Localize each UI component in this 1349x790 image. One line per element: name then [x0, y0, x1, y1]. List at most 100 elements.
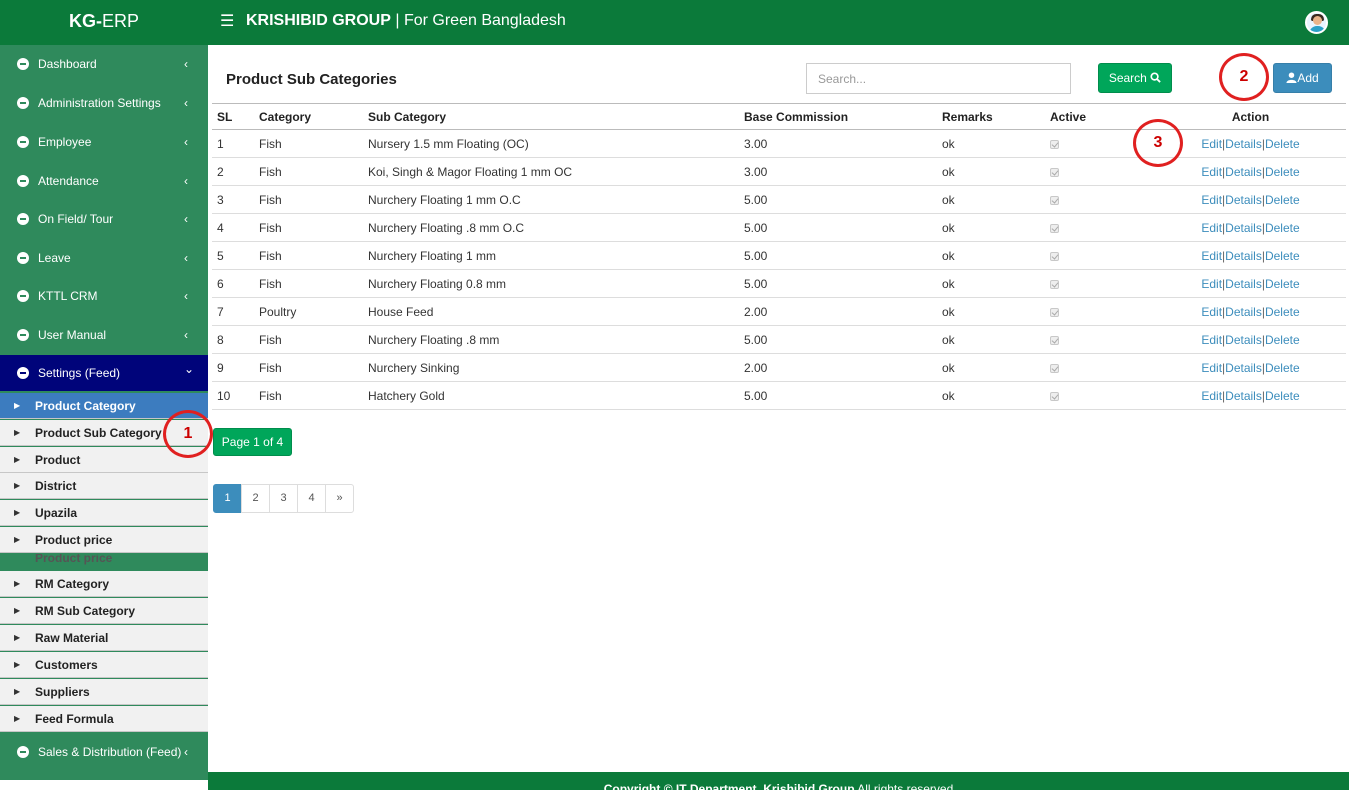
- search-button[interactable]: Search: [1098, 63, 1172, 93]
- submenu-item-district[interactable]: ▶ District: [0, 473, 208, 499]
- sidebar-item-on-field-tour[interactable]: On Field/ Tour ‹: [0, 201, 208, 237]
- sidebar-item-label: Attendance: [38, 174, 99, 188]
- cell-action: Edit|Details|Delete: [1155, 381, 1346, 410]
- pagination-page[interactable]: 4: [297, 484, 326, 513]
- sidebar-item-employee[interactable]: Employee ‹: [0, 124, 208, 160]
- header-active[interactable]: Active: [1045, 103, 1155, 130]
- table-row: 10 Fish Hatchery Gold 5.00 ok Edit|Details|De…: [212, 381, 1346, 410]
- submenu-item-rm-sub-category[interactable]: ▶ RM Sub Category: [0, 598, 208, 624]
- sidebar-item-label: KTTL CRM: [38, 289, 98, 303]
- header-sl[interactable]: SL: [212, 103, 254, 130]
- edit-link[interactable]: Edit: [1201, 193, 1222, 207]
- cell-active: [1045, 269, 1155, 298]
- cell-remarks: ok: [937, 353, 1045, 382]
- submenu-item-customers[interactable]: ▶ Customers: [0, 652, 208, 678]
- delete-link[interactable]: Delete: [1265, 193, 1300, 207]
- active-checkbox: [1050, 279, 1059, 289]
- details-link[interactable]: Details: [1225, 193, 1262, 207]
- sidebar-item-attendance[interactable]: Attendance ‹: [0, 163, 208, 199]
- edit-link[interactable]: Edit: [1201, 361, 1222, 375]
- sidebar-item-label: User Manual: [38, 328, 107, 342]
- cell-active: [1045, 353, 1155, 382]
- delete-link[interactable]: Delete: [1265, 361, 1300, 375]
- header-category[interactable]: Category: [254, 103, 363, 130]
- sidebar-item-settings-feed[interactable]: Settings (Feed) ⌄: [0, 355, 208, 391]
- submenu-item-suppliers[interactable]: ▶ Suppliers: [0, 679, 208, 705]
- brand-logo[interactable]: KG-ERP: [0, 0, 208, 45]
- details-link[interactable]: Details: [1225, 305, 1262, 319]
- cell-sl: 1: [212, 129, 254, 158]
- delete-link[interactable]: Delete: [1265, 137, 1300, 151]
- edit-link[interactable]: Edit: [1201, 137, 1222, 151]
- header-action: Action: [1155, 103, 1346, 130]
- details-link[interactable]: Details: [1225, 165, 1262, 179]
- user-avatar[interactable]: [1305, 11, 1328, 34]
- delete-link[interactable]: Delete: [1265, 221, 1300, 235]
- pagination-page[interactable]: 1: [213, 484, 242, 513]
- cell-sub-category: Nurchery Floating 1 mm: [363, 241, 739, 270]
- cell-sl: 9: [212, 353, 254, 382]
- header-remarks[interactable]: Remarks: [937, 103, 1045, 130]
- header-base-commission[interactable]: Base Commission: [739, 103, 937, 130]
- callout-2: 2: [1219, 53, 1269, 101]
- sidebar-item-user-manual[interactable]: User Manual ‹: [0, 317, 208, 353]
- edit-link[interactable]: Edit: [1201, 305, 1222, 319]
- minus-circle-icon: [17, 746, 29, 758]
- details-link[interactable]: Details: [1225, 277, 1262, 291]
- cell-sl: 5: [212, 241, 254, 270]
- submenu-item-product-price[interactable]: ▶ Product price: [0, 527, 208, 553]
- edit-link[interactable]: Edit: [1201, 389, 1222, 403]
- submenu-item-raw-material[interactable]: ▶ Raw Material: [0, 625, 208, 651]
- delete-link[interactable]: Delete: [1265, 165, 1300, 179]
- edit-link[interactable]: Edit: [1201, 165, 1222, 179]
- pagination-page[interactable]: 2: [241, 484, 270, 513]
- edit-link[interactable]: Edit: [1201, 333, 1222, 347]
- delete-link[interactable]: Delete: [1265, 333, 1300, 347]
- page-indicator-button[interactable]: Page 1 of 4: [213, 428, 292, 456]
- edit-link[interactable]: Edit: [1201, 277, 1222, 291]
- pagination-next[interactable]: »: [325, 484, 354, 513]
- submenu-item-label: RM Category: [35, 577, 110, 591]
- submenu-item-upazila[interactable]: ▶ Upazila: [0, 500, 208, 526]
- cell-active: [1045, 297, 1155, 326]
- details-link[interactable]: Details: [1225, 333, 1262, 347]
- cell-active: [1045, 325, 1155, 354]
- sidebar-item-kttl-crm[interactable]: KTTL CRM ‹: [0, 278, 208, 314]
- search-input[interactable]: [806, 63, 1071, 94]
- pagination-page[interactable]: 3: [269, 484, 298, 513]
- details-link[interactable]: Details: [1225, 249, 1262, 263]
- submenu-item-label: Product: [35, 453, 81, 467]
- header-sub-category[interactable]: Sub Category: [363, 103, 739, 130]
- cell-base-commission: 5.00: [739, 381, 937, 410]
- minus-circle-icon: [17, 136, 29, 148]
- chevron-left-icon: ‹: [184, 96, 188, 110]
- details-link[interactable]: Details: [1225, 137, 1262, 151]
- delete-link[interactable]: Delete: [1265, 249, 1300, 263]
- chevron-left-icon: ‹: [184, 745, 188, 759]
- delete-link[interactable]: Delete: [1265, 305, 1300, 319]
- edit-link[interactable]: Edit: [1201, 221, 1222, 235]
- active-checkbox: [1050, 139, 1059, 149]
- submenu-item-rm-category[interactable]: ▶ RM Category: [0, 571, 208, 597]
- details-link[interactable]: Details: [1225, 361, 1262, 375]
- edit-link[interactable]: Edit: [1201, 249, 1222, 263]
- sidebar-item-dashboard[interactable]: Dashboard ‹: [0, 46, 208, 82]
- caret-right-icon: ▶: [14, 579, 21, 588]
- cell-category: Fish: [254, 157, 363, 186]
- hamburger-icon[interactable]: ☰: [220, 12, 234, 32]
- delete-link[interactable]: Delete: [1265, 277, 1300, 291]
- active-checkbox: [1050, 335, 1059, 345]
- details-link[interactable]: Details: [1225, 221, 1262, 235]
- sidebar-item-sales-distribution-feed[interactable]: Sales & Distribution (Feed) ‹: [0, 734, 208, 770]
- sidebar-item-label: Sales & Distribution (Feed): [38, 745, 182, 759]
- sidebar-item-leave[interactable]: Leave ‹: [0, 240, 208, 276]
- submenu-item-label: Customers: [35, 658, 98, 672]
- details-link[interactable]: Details: [1225, 389, 1262, 403]
- add-button[interactable]: Add: [1273, 63, 1332, 93]
- active-checkbox: [1050, 223, 1059, 233]
- delete-link[interactable]: Delete: [1265, 389, 1300, 403]
- sidebar-item-administration-settings[interactable]: Administration Settings ‹: [0, 85, 208, 121]
- submenu-item-feed-formula[interactable]: ▶ Feed Formula: [0, 706, 208, 732]
- cell-base-commission: 5.00: [739, 213, 937, 242]
- table-row: 6 Fish Nurchery Floating 0.8 mm 5.00 ok Edit|…: [212, 269, 1346, 298]
